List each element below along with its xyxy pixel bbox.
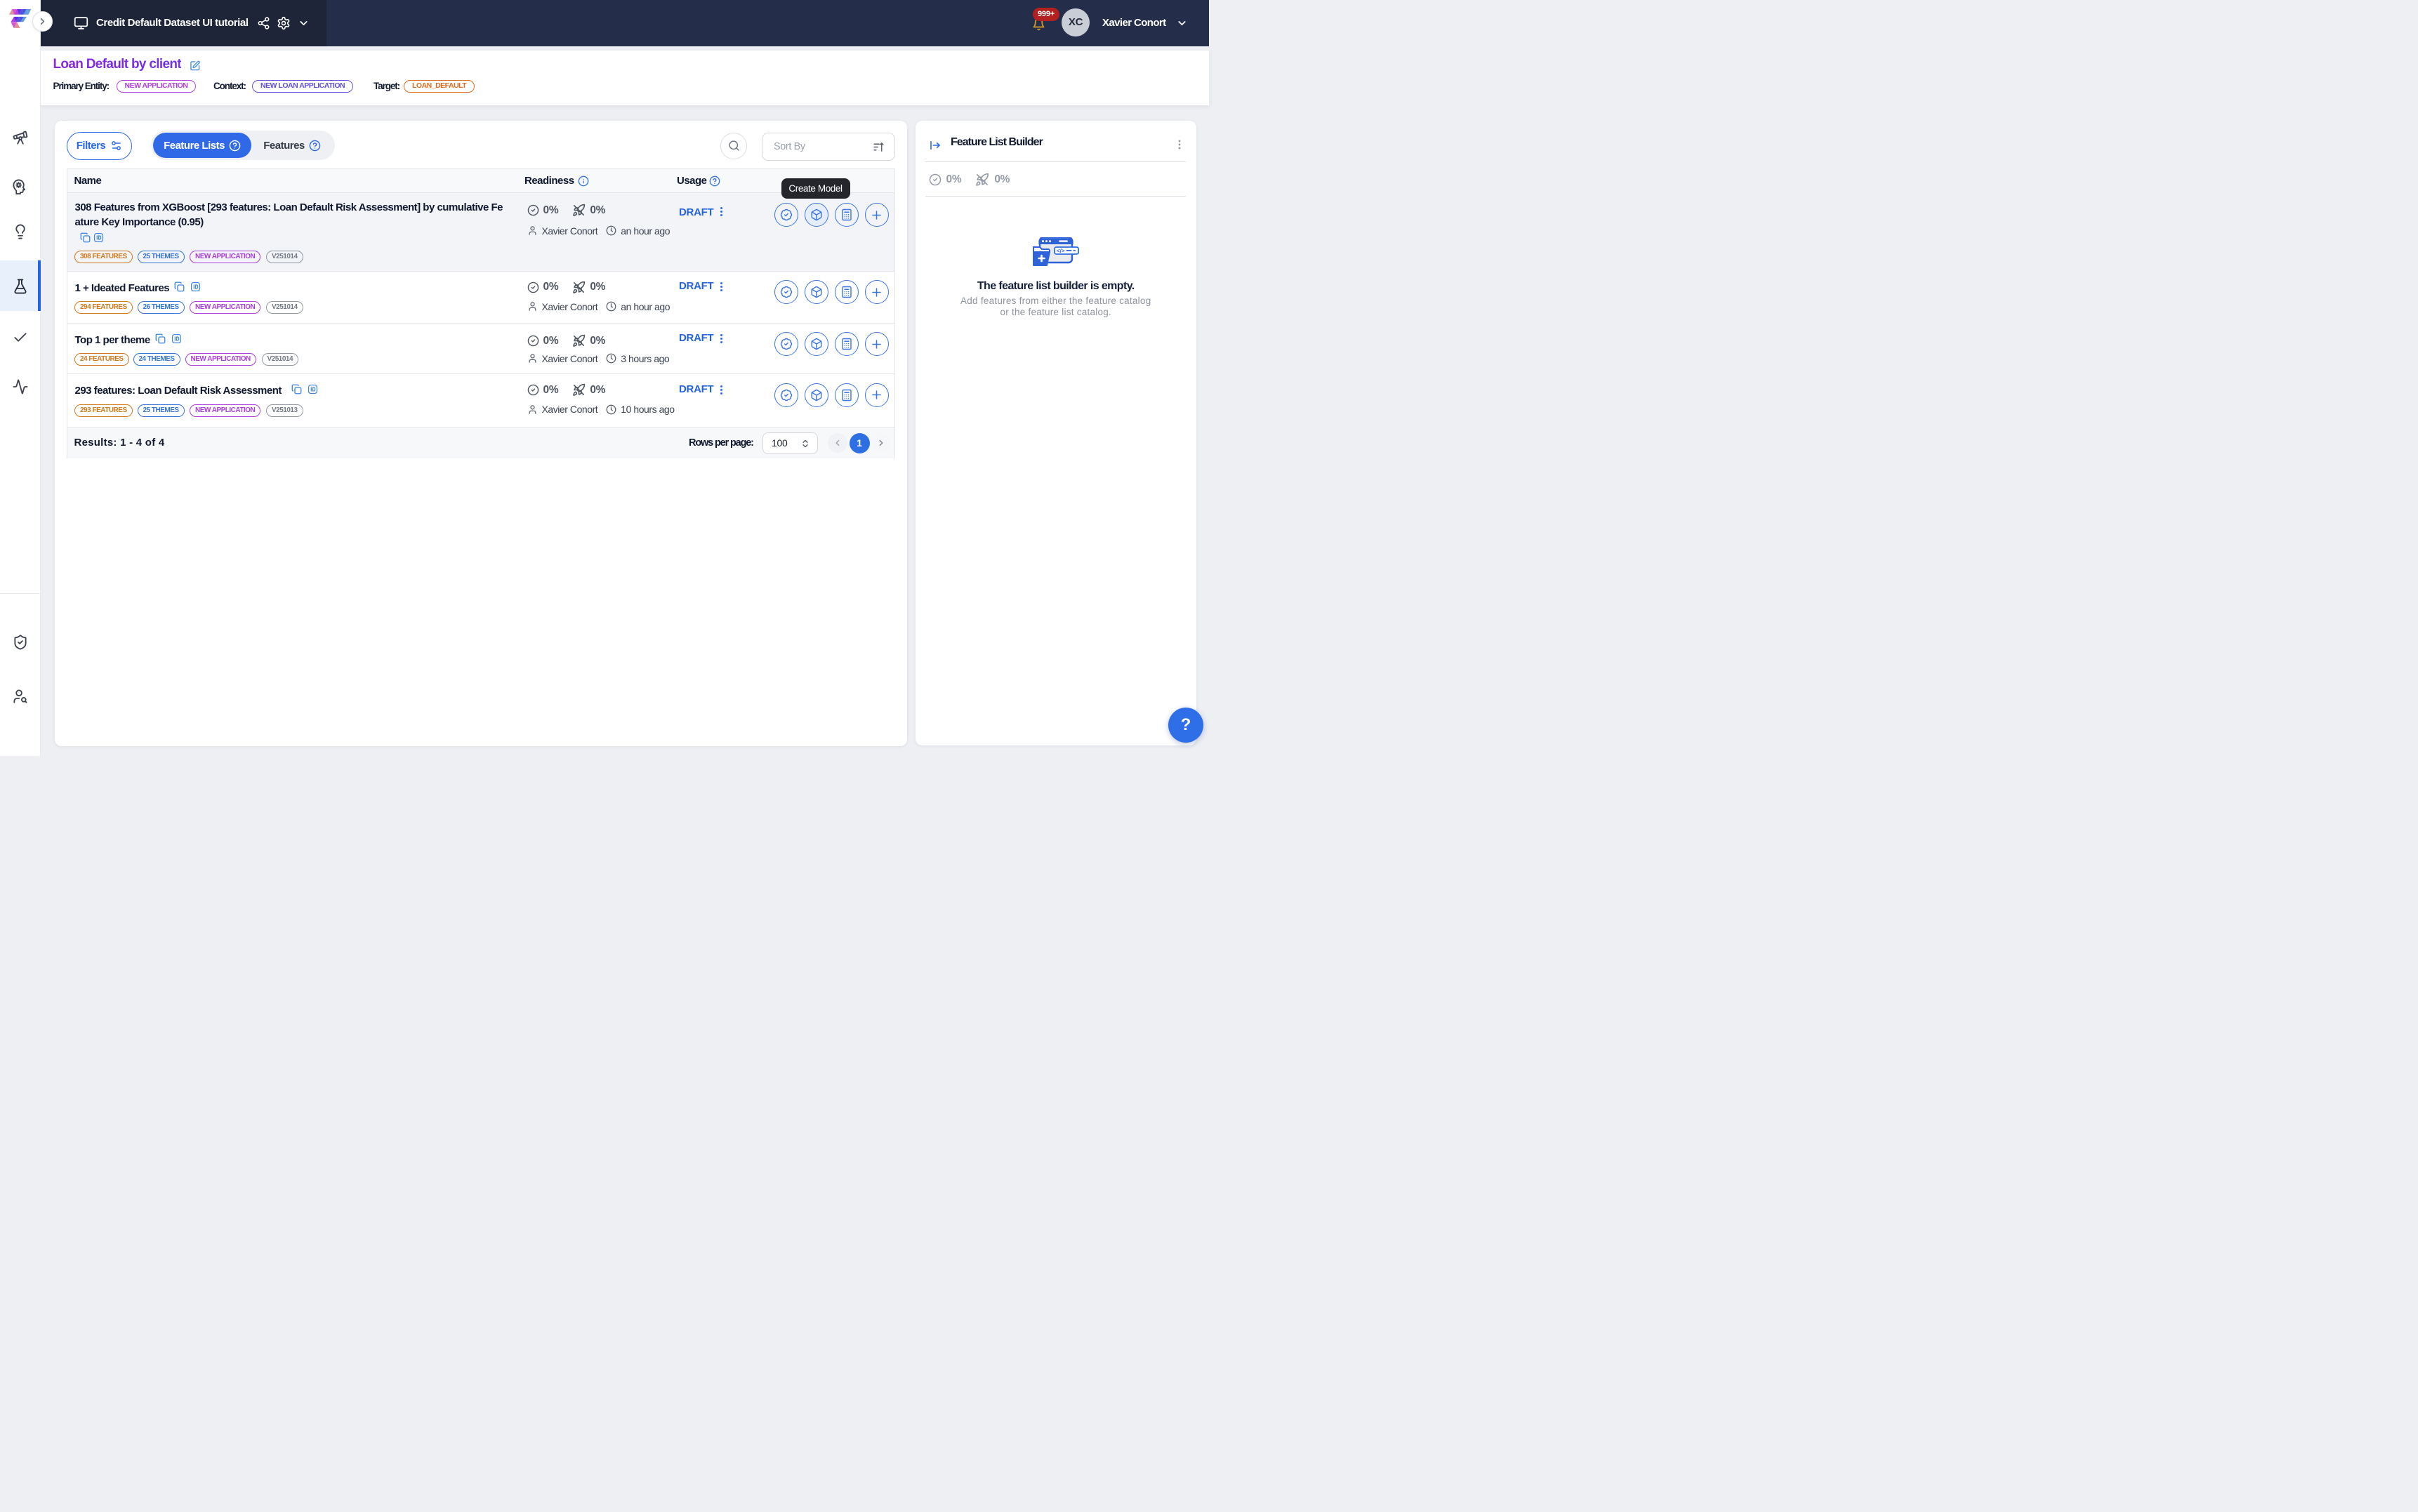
svg-text:</>: </> — [1057, 248, 1065, 254]
